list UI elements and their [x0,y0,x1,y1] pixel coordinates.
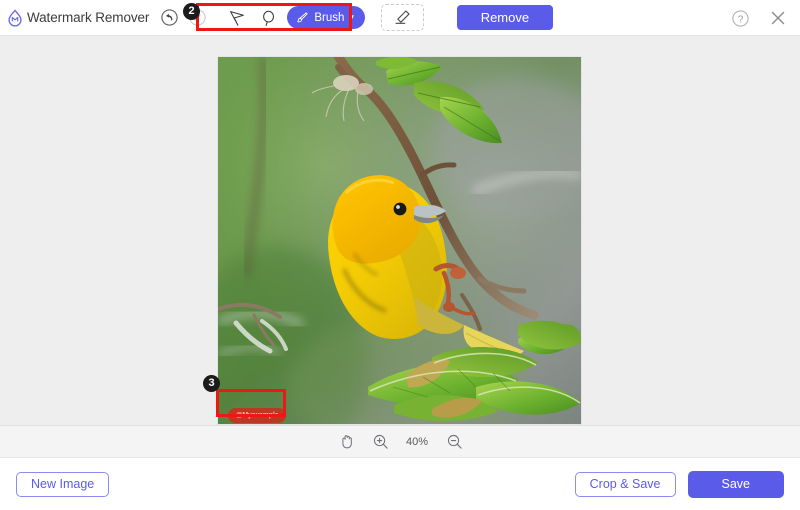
remove-button[interactable]: Remove [457,5,553,30]
brush-tool-button[interactable]: Brush ▾ [287,6,365,29]
annotation-badge-3: 3 [203,375,220,392]
annotation-badge-2: 2 [183,3,200,20]
chevron-down-icon: ▾ [349,13,354,22]
zoom-level-label: 40% [404,436,430,448]
save-button[interactable]: Save [688,471,785,498]
zoom-toolbar: 40% [0,425,800,458]
image-canvas[interactable]: @Myexample [0,36,800,425]
crop-and-save-button[interactable]: Crop & Save [575,472,676,497]
bottom-right-actions: Crop & Save Save [575,471,784,498]
lasso-select-tool[interactable] [221,5,253,31]
eraser-icon [392,7,413,28]
app-title: Watermark Remover [27,10,149,25]
bird-photo [218,57,581,424]
topbar-right-controls: ? [726,0,792,36]
zoom-out-button[interactable] [444,432,464,452]
undo-button[interactable] [155,4,183,32]
eraser-tool-button[interactable] [381,4,424,31]
ellipse-select-tool[interactable] [253,5,285,31]
close-button[interactable] [764,4,792,32]
zoom-in-button[interactable] [370,432,390,452]
hand-pan-tool[interactable] [336,432,356,452]
new-image-button[interactable]: New Image [16,472,109,497]
help-button[interactable]: ? [726,4,754,32]
top-toolbar: Watermark Remover [0,0,800,36]
paintbrush-icon [296,11,309,24]
brand: Watermark Remover [0,9,149,27]
bottom-action-bar: New Image Crop & Save Save [0,458,800,510]
svg-text:?: ? [737,14,743,25]
watermark-overlay[interactable]: @Myexample [228,408,286,423]
watermark-remover-app: Watermark Remover [0,0,800,510]
photo-container[interactable]: @Myexample [218,57,581,424]
water-drop-logo-icon [6,9,24,27]
brush-button-label: Brush [314,12,344,24]
